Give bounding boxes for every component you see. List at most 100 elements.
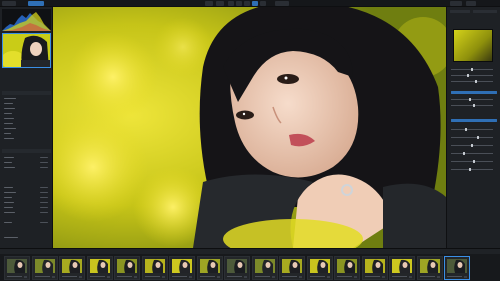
star-rating-icon[interactable]: [106, 275, 110, 278]
star-rating-icon[interactable]: [244, 275, 247, 278]
star-rating-icon[interactable]: [271, 275, 275, 278]
star-rating-icon[interactable]: [189, 275, 192, 278]
export-button[interactable]: [450, 1, 462, 6]
star-rating-icon[interactable]: [464, 275, 467, 278]
film-thumbnail[interactable]: [59, 256, 85, 280]
view-button[interactable]: [205, 1, 213, 6]
star-rating-icon[interactable]: [299, 275, 302, 278]
slider-label: [4, 138, 14, 140]
mode-tab-develop[interactable]: [28, 1, 44, 6]
film-caption: [117, 275, 132, 277]
section-toggle[interactable]: [451, 91, 497, 94]
slider-knob[interactable]: [463, 152, 465, 155]
meta-value: [40, 197, 48, 199]
film-thumbnail[interactable]: [334, 256, 360, 280]
slider-track[interactable]: [451, 105, 493, 106]
star-rating-icon[interactable]: [326, 275, 330, 278]
color-swatch-icon: [453, 29, 493, 62]
settings-button[interactable]: [466, 1, 476, 6]
star-rating-icon[interactable]: [161, 275, 165, 278]
slider-label: [4, 98, 16, 100]
film-thumbnail[interactable]: [86, 256, 113, 280]
film-thumbnail[interactable]: [4, 256, 30, 280]
right-panel: [446, 7, 500, 248]
film-thumbnail[interactable]: [416, 256, 443, 280]
section-toggle[interactable]: [451, 119, 497, 122]
navigator-preview[interactable]: [2, 33, 51, 68]
film-thumbnail[interactable]: [141, 256, 168, 280]
film-thumbnail[interactable]: [361, 256, 388, 280]
filmstrip: [0, 248, 500, 281]
film-thumb-icon: [419, 259, 440, 273]
star-rating-icon[interactable]: [436, 275, 440, 278]
heal-tool-button[interactable]: [260, 1, 266, 6]
star-rating-icon[interactable]: [79, 275, 82, 278]
meta-label: [4, 167, 15, 169]
metadata-panel-header[interactable]: [2, 149, 51, 153]
film-thumb-icon: [62, 259, 82, 273]
slider-knob[interactable]: [477, 136, 479, 139]
star-rating-icon[interactable]: [381, 275, 385, 278]
slider-knob[interactable]: [465, 128, 467, 131]
slider-track[interactable]: [451, 161, 493, 162]
film-thumbnail[interactable]: [224, 256, 250, 280]
film-thumbnail[interactable]: [31, 256, 58, 280]
meta-value: [40, 167, 48, 169]
panel-tab-button[interactable]: [450, 10, 470, 13]
film-thumb-icon: [117, 259, 137, 273]
brush-tool-button[interactable]: [244, 1, 250, 6]
star-rating-icon[interactable]: [216, 275, 220, 278]
slider-knob[interactable]: [469, 98, 471, 101]
slider-track[interactable]: [451, 137, 493, 138]
slider-label: [4, 123, 13, 125]
top-toolbar: [0, 0, 500, 7]
slider-track[interactable]: [451, 153, 493, 154]
star-rating-icon[interactable]: [24, 275, 27, 278]
film-caption: [447, 275, 462, 277]
meta-value: [40, 192, 48, 194]
slider-track[interactable]: [451, 99, 493, 100]
star-rating-icon[interactable]: [51, 275, 55, 278]
film-thumb-icon: [282, 259, 302, 273]
film-thumbnail[interactable]: [251, 256, 278, 280]
slider-track[interactable]: [451, 169, 493, 170]
film-thumbnail[interactable]: [444, 256, 470, 280]
film-thumbnail[interactable]: [306, 256, 333, 280]
star-rating-icon[interactable]: [409, 275, 412, 278]
meta-value: [40, 222, 48, 224]
left-panel: [0, 7, 53, 248]
slider-knob[interactable]: [473, 104, 475, 107]
meta-label: [4, 222, 12, 224]
film-caption: [7, 275, 22, 277]
star-rating-icon[interactable]: [354, 275, 357, 278]
adjustments-panel-header[interactable]: [2, 91, 51, 95]
film-thumb-icon: [7, 259, 27, 273]
film-thumbnail[interactable]: [196, 256, 223, 280]
panel-toggle-button[interactable]: [2, 1, 16, 6]
slider-label: [4, 128, 16, 130]
slider-knob[interactable]: [475, 80, 477, 83]
slider-track[interactable]: [451, 75, 493, 76]
film-thumb-icon: [447, 259, 467, 273]
crop-tool-button[interactable]: [228, 1, 234, 6]
selected-tool-button[interactable]: [252, 1, 258, 6]
compare-button[interactable]: [216, 1, 224, 6]
slider-knob[interactable]: [471, 144, 473, 147]
film-thumb-icon: [34, 259, 55, 273]
film-thumbnail[interactable]: [114, 256, 140, 280]
slider-knob[interactable]: [473, 160, 475, 163]
rotate-tool-button[interactable]: [236, 1, 242, 6]
main-photo-canvas[interactable]: [53, 7, 446, 248]
slider-track[interactable]: [451, 129, 493, 130]
slider-knob[interactable]: [471, 68, 473, 71]
zoom-button[interactable]: [275, 1, 289, 6]
film-thumbnail[interactable]: [169, 256, 195, 280]
panel-tab-button[interactable]: [473, 10, 497, 13]
slider-knob[interactable]: [467, 74, 469, 77]
film-thumbnail[interactable]: [279, 256, 305, 280]
film-thumbnail[interactable]: [389, 256, 415, 280]
slider-track[interactable]: [451, 81, 493, 82]
meta-label: [4, 157, 14, 159]
star-rating-icon[interactable]: [134, 275, 137, 278]
slider-knob[interactable]: [469, 168, 471, 171]
